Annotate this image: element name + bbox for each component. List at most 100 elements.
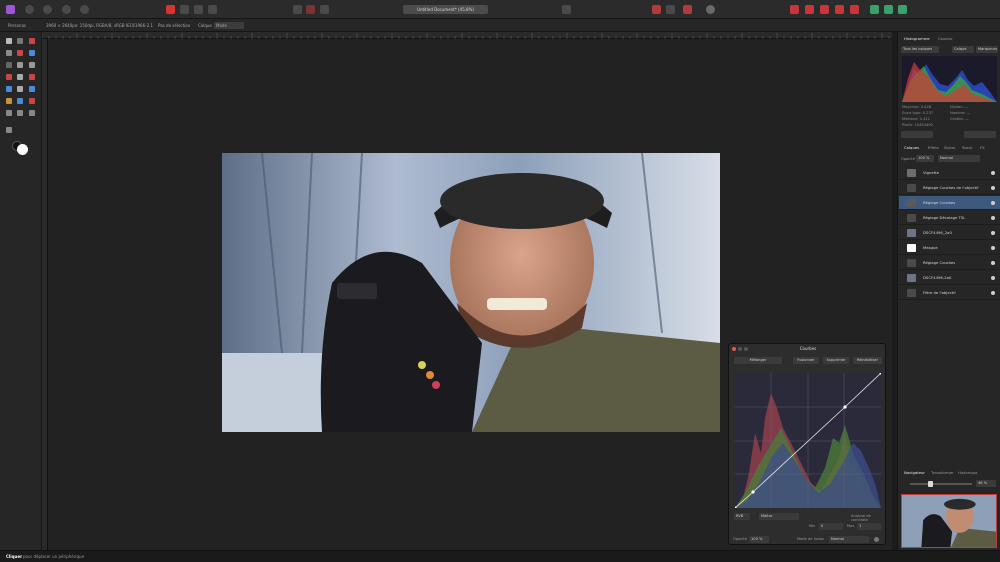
app-logo-icon[interactable] bbox=[6, 5, 15, 14]
document-photo[interactable] bbox=[222, 153, 720, 432]
auto-contrast-icon[interactable] bbox=[194, 5, 203, 14]
visibility-icon[interactable] bbox=[991, 246, 995, 250]
red-tool-5-icon[interactable] bbox=[850, 5, 859, 14]
healing-tool-icon[interactable] bbox=[29, 86, 35, 92]
visibility-icon[interactable] bbox=[991, 291, 995, 295]
auto-contrast-label[interactable]: Analyse de contraste bbox=[851, 514, 885, 522]
foreground-color-swatch[interactable] bbox=[17, 144, 28, 155]
tab-layers[interactable]: Calques bbox=[904, 145, 919, 150]
personas-label[interactable]: Personas bbox=[8, 23, 26, 28]
navigator-preview[interactable] bbox=[901, 494, 997, 548]
flag-icon[interactable] bbox=[166, 5, 175, 14]
curves-dialog[interactable]: Courbes Mélanger Fusionner Supprimer Réi… bbox=[728, 343, 886, 545]
layer-row[interactable]: Réglage Courbes bbox=[899, 256, 1000, 270]
zoom-slider-handle[interactable] bbox=[928, 481, 933, 487]
tab-transform[interactable]: Transformer bbox=[931, 470, 954, 475]
patch-tool-icon[interactable] bbox=[6, 98, 12, 104]
tab-styles[interactable]: Styles bbox=[944, 145, 956, 150]
auto-color-icon[interactable] bbox=[208, 5, 217, 14]
green-tool-1-icon[interactable] bbox=[870, 5, 879, 14]
erase-tool-icon[interactable] bbox=[17, 74, 23, 80]
opacity-field[interactable]: 100 % bbox=[749, 536, 769, 543]
layer-row[interactable]: Réglage Courbes bbox=[899, 196, 1000, 210]
layer-row[interactable]: Réglage Décalage TSL bbox=[899, 211, 1000, 225]
clone-tool-icon[interactable] bbox=[6, 86, 12, 92]
zoom-slider[interactable] bbox=[910, 481, 972, 487]
layer-row[interactable]: DSCF4496_2a0 bbox=[899, 226, 1000, 240]
crop-tool-icon[interactable] bbox=[6, 50, 12, 56]
visibility-icon[interactable] bbox=[991, 186, 995, 190]
assistant-icon[interactable] bbox=[706, 5, 715, 14]
channel-dropdown[interactable]: RVB bbox=[734, 513, 750, 520]
zoom-field[interactable]: 46 % bbox=[976, 480, 996, 487]
visibility-icon[interactable] bbox=[991, 201, 995, 205]
brush-tool-icon[interactable] bbox=[29, 38, 35, 44]
layer-row[interactable]: Filtre de l'objectif bbox=[899, 286, 1000, 300]
document-tab[interactable]: Untitled Document* (45.8%) bbox=[403, 5, 488, 14]
tab-navigator[interactable]: Navigateur bbox=[904, 470, 925, 475]
curve-point[interactable] bbox=[751, 490, 755, 494]
selection-brush-icon[interactable] bbox=[17, 50, 23, 56]
horizontal-ruler[interactable] bbox=[42, 32, 892, 39]
layers-blend-dropdown[interactable]: Normal bbox=[938, 155, 980, 162]
delete-button[interactable]: Supprimer bbox=[823, 357, 849, 364]
dodge-tool-icon[interactable] bbox=[29, 74, 35, 80]
pen-tool-icon[interactable] bbox=[29, 98, 35, 104]
layer-row[interactable]: Vignette bbox=[899, 166, 1000, 180]
grid-icon[interactable] bbox=[666, 5, 675, 14]
develop-persona-icon[interactable] bbox=[62, 5, 71, 14]
mode-dropdown[interactable]: Maître bbox=[759, 513, 799, 520]
layer-row[interactable]: DSCF4496-2a0 bbox=[899, 271, 1000, 285]
tab-histogram[interactable]: Histogramme bbox=[904, 36, 930, 41]
layer-row[interactable]: Masque bbox=[899, 241, 1000, 255]
red-tool-2-icon[interactable] bbox=[805, 5, 814, 14]
flood-fill-icon[interactable] bbox=[17, 62, 23, 68]
shape-tool-icon[interactable] bbox=[6, 110, 12, 116]
curve-graph[interactable] bbox=[733, 371, 883, 510]
red-tool-1-icon[interactable] bbox=[790, 5, 799, 14]
settings-gear-icon[interactable] bbox=[874, 537, 879, 542]
gradient-tool-icon[interactable] bbox=[29, 62, 35, 68]
visibility-icon[interactable] bbox=[991, 276, 995, 280]
blend-mode-dropdown[interactable]: Normal bbox=[829, 536, 869, 543]
visibility-icon[interactable] bbox=[991, 231, 995, 235]
layers-opacity-field[interactable]: 100 % bbox=[916, 155, 934, 162]
red-tool-4-icon[interactable] bbox=[835, 5, 844, 14]
visibility-icon[interactable] bbox=[991, 171, 995, 175]
histogram-layer-dropdown[interactable]: Tous les calques bbox=[901, 46, 939, 53]
blur-tool-icon[interactable] bbox=[17, 86, 23, 92]
green-tool-3-icon[interactable] bbox=[898, 5, 907, 14]
histogram-markers-button[interactable]: Marqueurs bbox=[976, 46, 998, 53]
move-tool-icon[interactable] bbox=[6, 38, 12, 44]
paint-brush-icon[interactable] bbox=[6, 74, 12, 80]
photo-persona-icon[interactable] bbox=[25, 5, 34, 14]
redeye-tool-icon[interactable] bbox=[17, 98, 23, 104]
min-field[interactable]: 0 bbox=[819, 523, 843, 530]
arrange-icon[interactable] bbox=[562, 5, 571, 14]
mode-dropdown[interactable]: Mode bbox=[214, 22, 244, 29]
tab-stock[interactable]: Stock bbox=[962, 145, 973, 150]
flood-select-icon[interactable] bbox=[29, 50, 35, 56]
snapping-icon[interactable] bbox=[652, 5, 661, 14]
tab-fx[interactable]: FX bbox=[980, 145, 985, 150]
layer-row[interactable]: Réglage Courbes de l'objectif bbox=[899, 181, 1000, 195]
merge-button[interactable]: Mélanger bbox=[734, 357, 782, 364]
red-tool-3-icon[interactable] bbox=[820, 5, 829, 14]
text-tool-icon[interactable] bbox=[17, 110, 23, 116]
tab-history[interactable]: Historique bbox=[958, 470, 977, 475]
max-field[interactable]: 1 bbox=[857, 523, 881, 530]
histogram-min-field[interactable] bbox=[901, 131, 933, 138]
selection-mode-icon[interactable] bbox=[306, 5, 315, 14]
zoom-tool-icon[interactable] bbox=[29, 110, 35, 116]
tab-color[interactable]: Couleur bbox=[938, 36, 953, 41]
mask-icon[interactable] bbox=[683, 5, 692, 14]
quickmask-icon[interactable] bbox=[320, 5, 329, 14]
visibility-icon[interactable] bbox=[991, 216, 995, 220]
tab-effects[interactable]: Effets bbox=[928, 145, 939, 150]
histogram-layer-button[interactable]: Calque bbox=[952, 46, 974, 53]
view-tool-icon[interactable] bbox=[17, 38, 23, 44]
tonemap-persona-icon[interactable] bbox=[80, 5, 89, 14]
fusion-button[interactable]: Fusionner bbox=[793, 357, 819, 364]
visibility-icon[interactable] bbox=[991, 261, 995, 265]
color-picker-icon[interactable] bbox=[6, 127, 12, 133]
